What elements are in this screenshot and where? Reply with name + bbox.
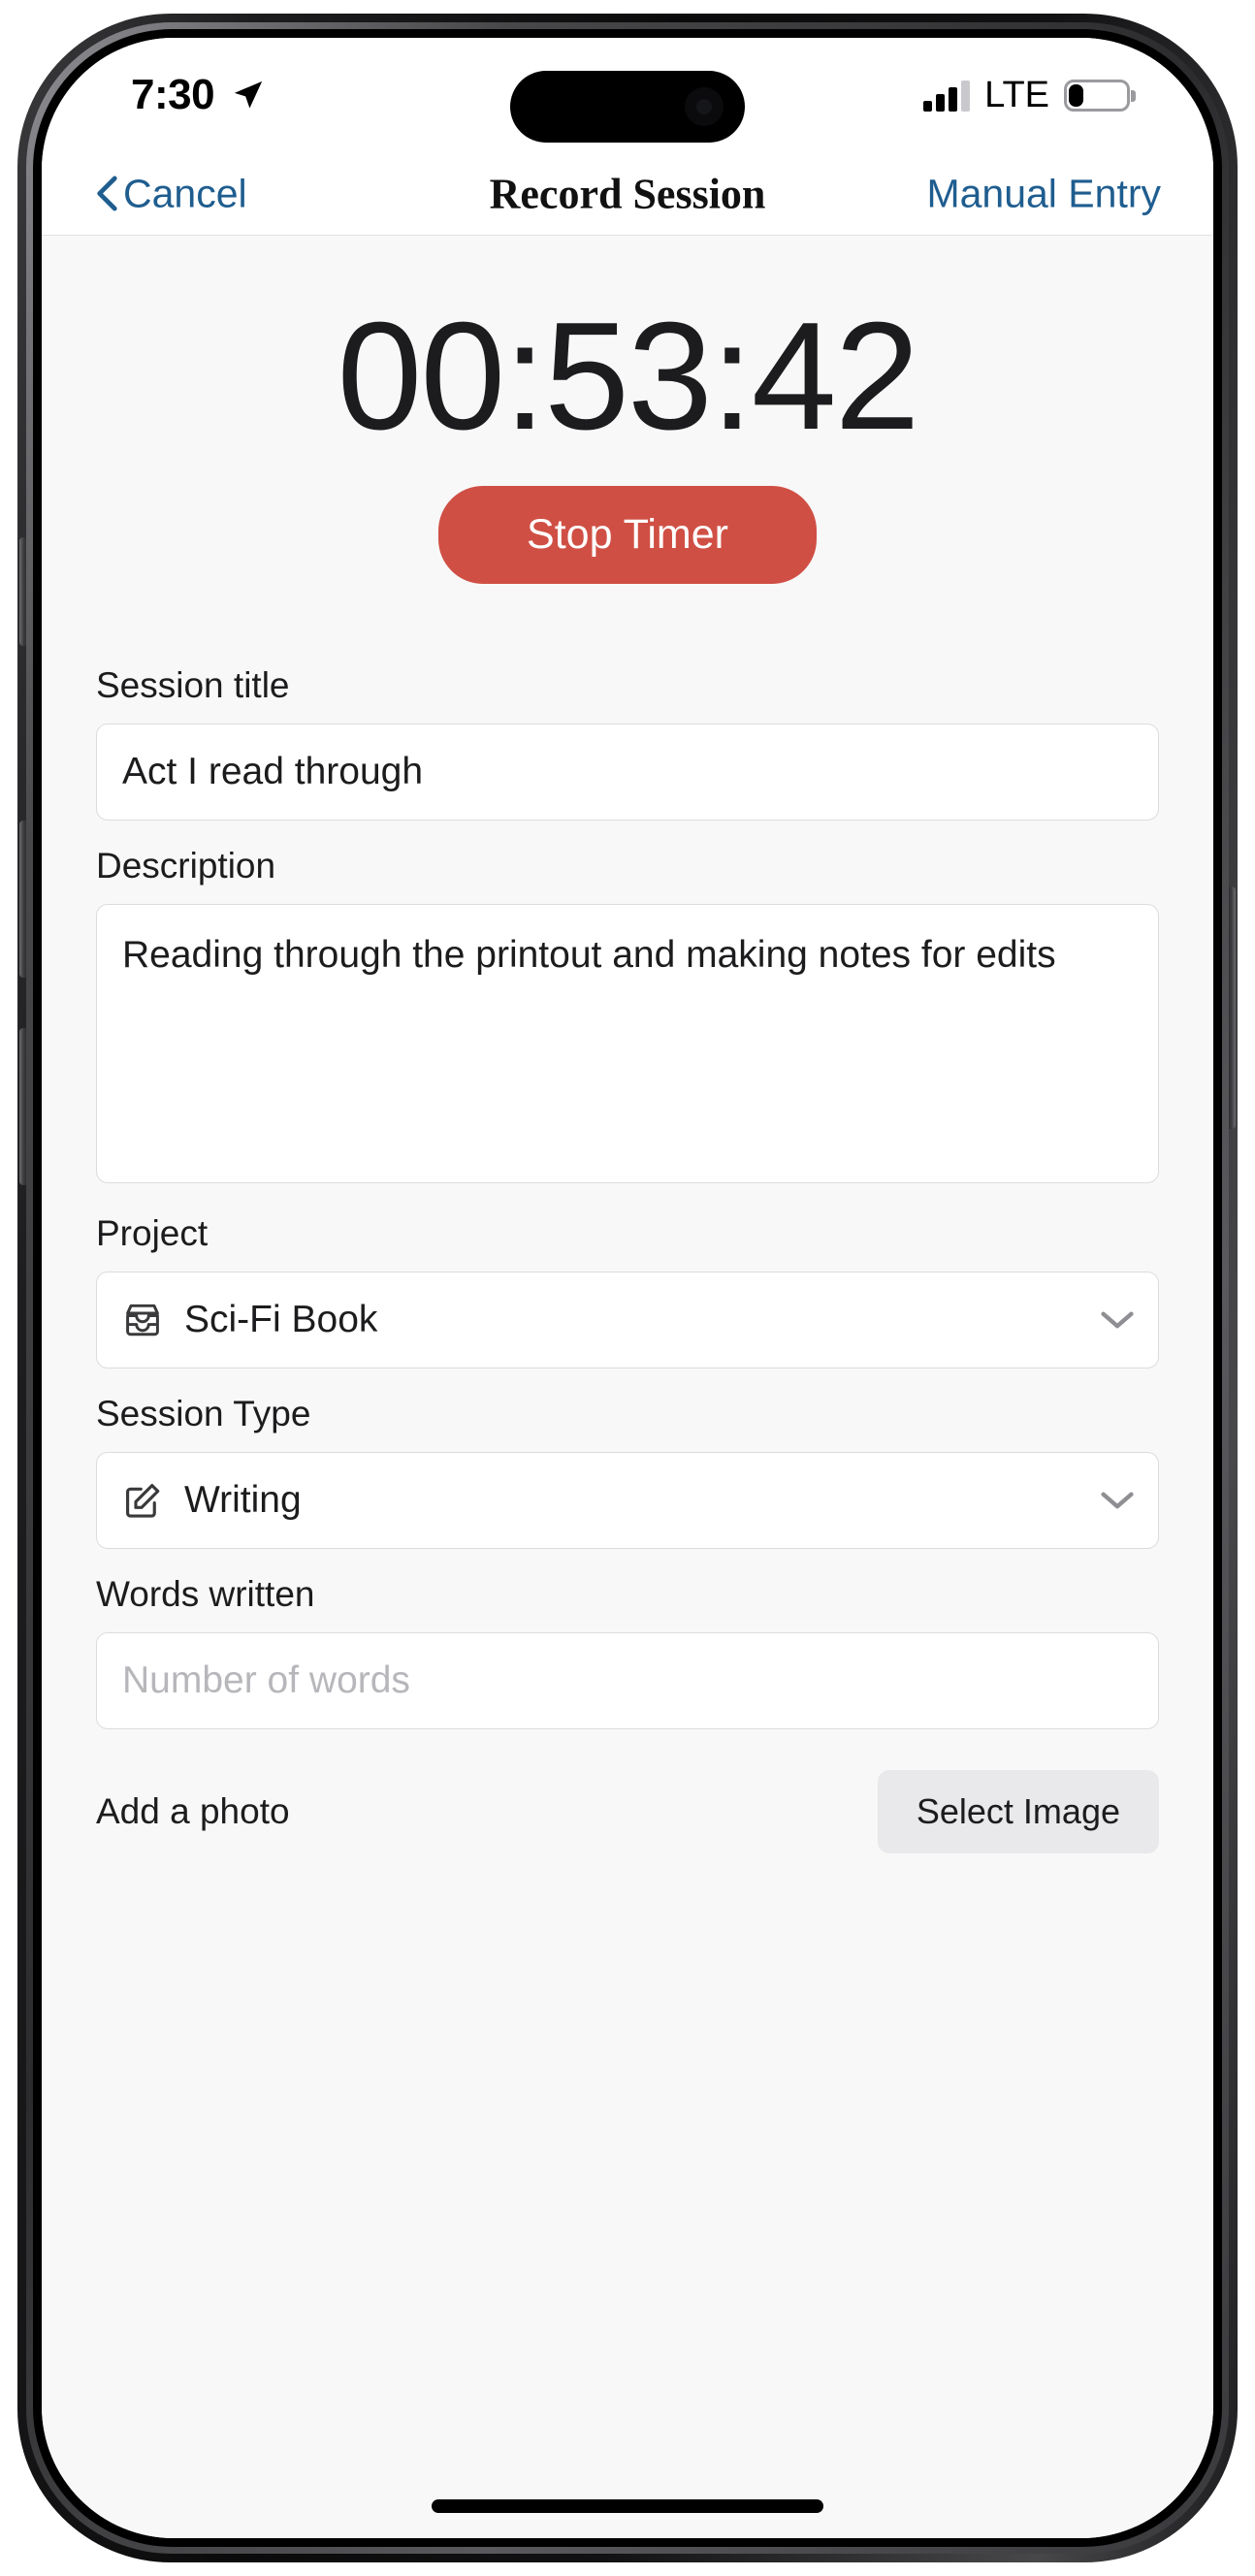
project-label: Project	[96, 1213, 209, 1253]
phone-screen: 7:30 LTE Cancel Record Session Manual En…	[42, 38, 1213, 2538]
page-title: Record Session	[489, 170, 766, 217]
timer-elapsed-display: 00:53:42	[337, 291, 919, 462]
project-selected-value: Sci-Fi Book	[184, 1299, 378, 1340]
status-time: 7:30	[131, 71, 215, 118]
pencil-square-icon	[120, 1478, 165, 1523]
record-session-content: 00:53:42 Stop Timer Session title Descri…	[42, 236, 1213, 2538]
home-indicator[interactable]	[432, 2499, 823, 2513]
front-camera-icon	[685, 87, 724, 126]
words-written-input[interactable]	[96, 1632, 1159, 1729]
phone-inner-bezel: 7:30 LTE Cancel Record Session Manual En…	[33, 29, 1222, 2547]
battery-level-fill	[1069, 84, 1083, 107]
timer-button-container: Stop Timer	[42, 486, 1213, 584]
select-image-button[interactable]: Select Image	[877, 1770, 1159, 1853]
description-label: Description	[96, 846, 276, 886]
battery-icon	[1064, 80, 1130, 112]
location-arrow-icon	[234, 80, 263, 109]
session-title-input[interactable]	[96, 724, 1159, 821]
status-indicators: LTE	[923, 75, 1130, 116]
description-textarea[interactable]	[96, 904, 1159, 1183]
navigation-bar: Cancel Record Session Manual Entry	[42, 152, 1213, 236]
project-select[interactable]: Sci-Fi Book	[96, 1272, 1159, 1368]
words-written-label: Words written	[96, 1574, 315, 1614]
phone-device-frame: 7:30 LTE Cancel Record Session Manual En…	[17, 14, 1238, 2562]
dynamic-island	[510, 71, 745, 143]
session-type-select[interactable]: Writing	[96, 1452, 1159, 1549]
field-description: Description	[96, 846, 1159, 1188]
cancel-button-label: Cancel	[123, 171, 247, 215]
session-type-selected-value: Writing	[184, 1479, 302, 1521]
field-words-written: Words written	[96, 1574, 1159, 1729]
add-photo-row: Add a photo Select Image	[96, 1770, 1159, 1853]
session-title-label: Session title	[96, 665, 290, 705]
status-bar: 7:30 LTE	[42, 38, 1213, 152]
chevron-left-icon	[97, 176, 117, 211]
add-photo-label: Add a photo	[96, 1791, 290, 1831]
session-type-label: Session Type	[96, 1394, 311, 1433]
session-form: Session title Description Project	[42, 584, 1213, 1853]
stop-timer-button[interactable]: Stop Timer	[438, 486, 817, 584]
signal-bars-icon	[923, 80, 971, 112]
phone-rim: 7:30 LTE Cancel Record Session Manual En…	[26, 22, 1229, 2554]
manual-entry-button[interactable]: Manual Entry	[926, 171, 1161, 216]
field-session-type: Session Type Writing	[96, 1394, 1159, 1549]
field-session-title: Session title	[96, 665, 1159, 821]
cancel-button[interactable]: Cancel	[96, 171, 247, 216]
chevron-down-icon	[1101, 1492, 1134, 1509]
archive-box-icon	[120, 1298, 165, 1342]
carrier-label: LTE	[984, 75, 1049, 115]
chevron-down-icon	[1101, 1311, 1134, 1329]
field-project: Project Sci-Fi Book	[96, 1213, 1159, 1368]
